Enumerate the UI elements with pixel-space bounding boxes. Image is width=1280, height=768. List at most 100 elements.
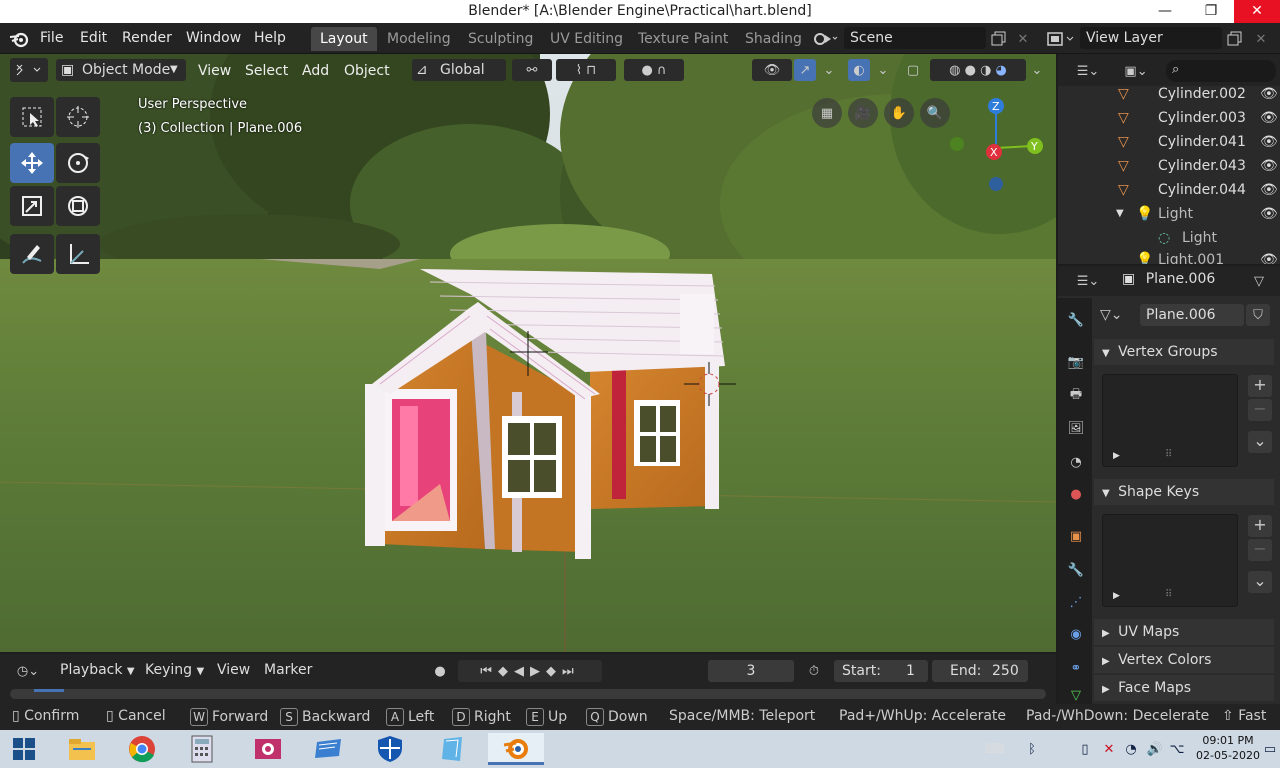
view-layer-field[interactable]: View Layer — [1080, 27, 1222, 49]
scene-tab-icon[interactable]: ◔ — [1064, 450, 1088, 474]
record-keyframe-icon[interactable]: ● — [428, 660, 452, 682]
blender-taskbar-icon[interactable] — [488, 733, 544, 765]
remove-scene-icon[interactable]: ✕ — [1012, 28, 1034, 50]
eye-icon[interactable]: 👁 — [1260, 178, 1278, 202]
modifier-tab-icon[interactable]: 🔧 — [1064, 558, 1088, 582]
remove-view-layer-icon[interactable]: ✕ — [1250, 28, 1272, 50]
calculator-icon[interactable] — [182, 733, 222, 765]
outliner-editor-type-icon[interactable]: ☰⌄ — [1070, 60, 1106, 82]
annotate-tool[interactable] — [10, 234, 54, 274]
mesh-data-browse-icon[interactable]: ▽⌄ — [1100, 304, 1140, 326]
view-layer-tab-icon[interactable]: 🖼 — [1064, 416, 1088, 440]
prev-keyframe-icon[interactable]: ◆ — [498, 664, 514, 679]
menu-render[interactable]: Render — [122, 30, 172, 46]
cursor-tool[interactable] — [56, 97, 100, 137]
tab-shading[interactable]: Shading — [736, 27, 811, 51]
outliner-item-light-data[interactable]: ◌ Light — [1058, 226, 1280, 250]
taskbar-clock[interactable]: 09:01 PM 02-05-2020 — [1196, 733, 1260, 763]
current-frame-field[interactable]: 3 — [708, 660, 794, 682]
outliner-item-light[interactable]: ▼ 💡 Light 👁 — [1058, 202, 1280, 226]
select-box-tool[interactable] — [10, 97, 54, 137]
chrome-icon[interactable] — [122, 733, 162, 765]
mode-dropdown[interactable]: ▣ Object Mode ▼ — [56, 59, 186, 81]
camera-view-icon[interactable]: 🎥 — [848, 98, 878, 128]
overlays-toggle-icon[interactable]: ◐ — [848, 59, 870, 81]
world-tab-icon[interactable]: ● — [1064, 482, 1088, 506]
menu-file[interactable]: File — [40, 30, 63, 46]
output-tab-icon[interactable]: 🖶 — [1064, 384, 1088, 408]
rendered-shading-icon[interactable]: ◕ — [996, 63, 1007, 78]
eye-icon[interactable]: 👁 — [1260, 154, 1278, 178]
tab-uv-editing[interactable]: UV Editing — [541, 27, 632, 51]
next-keyframe-icon[interactable]: ◆ — [546, 664, 562, 679]
gizmo-dropdown-icon[interactable]: ⌄ — [818, 59, 840, 81]
measure-tool[interactable] — [56, 234, 100, 274]
minimize-button[interactable]: — — [1142, 0, 1188, 23]
xray-icon[interactable]: ▢ — [902, 59, 924, 81]
playback-controls[interactable]: ⏮ ◆ ◀ ▶ ◆ ⏭ — [458, 660, 602, 682]
tab-texture-paint[interactable]: Texture Paint — [629, 27, 737, 51]
properties-editor-type-icon[interactable]: ☰⌄ — [1068, 270, 1108, 292]
particles-tab-icon[interactable]: ⋰ — [1064, 590, 1088, 614]
solid-shading-icon[interactable]: ● — [965, 63, 976, 78]
timeline-editor-type-icon[interactable]: ◷⌄ — [10, 660, 46, 682]
outliner-item-light-001[interactable]: 💡 Light.001 👁 — [1058, 250, 1280, 264]
timeline-playhead[interactable] — [34, 689, 64, 692]
add-shape-key-button[interactable]: + — [1248, 515, 1272, 537]
editor-type-icon[interactable] — [10, 58, 48, 82]
snap-icon[interactable]: ⌇ ⊓ — [556, 59, 616, 81]
remove-vertex-group-button[interactable]: − — [1248, 399, 1272, 421]
tab-sculpting[interactable]: Sculpting — [459, 27, 542, 51]
pin-icon[interactable]: ▽ — [1248, 270, 1270, 292]
list-expand-icon[interactable]: ▶ — [1113, 451, 1120, 461]
physics-tab-icon[interactable]: ◉ — [1064, 622, 1088, 646]
copy-view-layer-icon[interactable] — [1224, 28, 1246, 50]
tab-layout[interactable]: Layout — [311, 27, 377, 51]
scene-icon[interactable] — [810, 28, 840, 50]
outliner-item-cylinder-041[interactable]: ▽ Cylinder.041 👁 — [1058, 130, 1280, 154]
network-error-icon[interactable]: ✕ — [1098, 733, 1120, 765]
mesh-data-tab-icon[interactable]: ▽ — [1064, 688, 1088, 703]
outliner-item-cylinder-002[interactable]: ▽ Cylinder.002 👁 — [1058, 82, 1280, 106]
transform-tool[interactable] — [56, 186, 100, 226]
eye-icon[interactable]: 👁 — [1260, 106, 1278, 130]
expand-arrow-icon[interactable]: ▼ — [1116, 202, 1124, 226]
zoom-view-icon[interactable]: 🔍 — [920, 98, 950, 128]
windows-start-icon[interactable] — [4, 733, 44, 765]
add-vertex-group-button[interactable]: + — [1248, 375, 1272, 397]
shape-keys-panel-header[interactable]: ▼ Shape Keys — [1094, 479, 1274, 505]
object-tab-icon[interactable]: ▣ — [1064, 524, 1088, 548]
visibility-icon[interactable]: 👁 — [752, 59, 792, 81]
tab-modeling[interactable]: Modeling — [378, 27, 460, 51]
overlays-dropdown-icon[interactable]: ⌄ — [872, 59, 894, 81]
wireframe-shading-icon[interactable]: ◍ — [949, 63, 960, 78]
render-tab-icon[interactable]: 📷 — [1064, 350, 1088, 374]
view-layer-icon[interactable] — [1044, 28, 1078, 50]
close-button[interactable]: ✕ — [1234, 0, 1280, 23]
proportional-editing-icon[interactable]: ● ∩ — [624, 59, 684, 81]
move-tool[interactable] — [10, 143, 54, 183]
keyboard-icon[interactable]: ⌨ — [980, 733, 1010, 765]
blender-logo-icon[interactable] — [8, 29, 30, 49]
battery-icon[interactable]: ▯ — [1074, 733, 1096, 765]
shading-dropdown-icon[interactable]: ⌄ — [1026, 59, 1048, 81]
outliner-item-cylinder-044[interactable]: ▽ Cylinder.044 👁 — [1058, 178, 1280, 202]
jump-start-icon[interactable]: ⏮ — [480, 664, 498, 679]
menu-view[interactable]: View — [194, 61, 235, 81]
start-frame-field[interactable]: Start: 1 — [834, 660, 928, 682]
outliner-item-cylinder-003[interactable]: ▽ Cylinder.003 👁 — [1058, 106, 1280, 130]
list-resize-handle-icon[interactable]: ⠿ — [1165, 589, 1172, 600]
vertex-colors-panel-header[interactable]: ▶ Vertex Colors — [1094, 647, 1274, 673]
wifi-icon[interactable]: ◔ — [1120, 733, 1142, 765]
constraints-tab-icon[interactable]: ⚭ — [1064, 656, 1088, 680]
stopwatch-icon[interactable]: ⏱ — [802, 660, 826, 682]
shading-modes[interactable]: ◍ ● ◑ ◕ — [930, 59, 1026, 81]
uv-maps-panel-header[interactable]: ▶ UV Maps — [1094, 619, 1274, 645]
remove-shape-key-button[interactable]: − — [1248, 539, 1272, 561]
scale-tool[interactable] — [10, 186, 54, 226]
vertex-groups-list[interactable]: ▶ ⠿ — [1102, 374, 1238, 467]
remote-desktop-icon[interactable] — [308, 733, 348, 765]
outliner-display-mode-icon[interactable]: ▣⌄ — [1118, 60, 1154, 82]
menu-select[interactable]: Select — [241, 61, 292, 81]
shape-keys-list[interactable]: ▶ ⠿ — [1102, 514, 1238, 607]
